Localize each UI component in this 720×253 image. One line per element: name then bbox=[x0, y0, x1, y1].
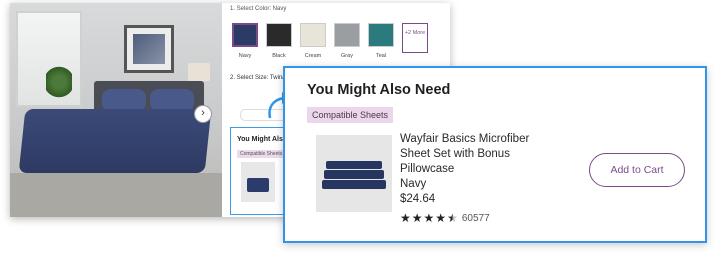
more-swatches-label: +2 More bbox=[402, 23, 428, 53]
star-icon: ★ bbox=[435, 211, 447, 225]
swatch-image bbox=[334, 23, 360, 47]
photo-rug bbox=[10, 173, 222, 217]
product-image[interactable] bbox=[316, 135, 392, 212]
folded-sheet bbox=[326, 161, 382, 169]
folded-sheet bbox=[324, 170, 384, 179]
swatch-cream[interactable]: Cream bbox=[300, 23, 326, 59]
mini-product-image bbox=[241, 162, 275, 202]
star-icon: ★ bbox=[411, 211, 423, 225]
product-rating[interactable]: ★ ★ ★ ★ ★ 60577 bbox=[400, 211, 490, 225]
swatch-black[interactable]: Black bbox=[266, 23, 292, 59]
product-photo bbox=[10, 3, 222, 217]
swatch-navy[interactable]: Navy bbox=[232, 23, 258, 59]
swatch-image bbox=[368, 23, 394, 47]
add-to-cart-button[interactable]: Add to Cart bbox=[589, 153, 685, 187]
recommendation-popup: You Might Also Need Compatible Sheets Wa… bbox=[283, 66, 707, 243]
star-icon: ★ bbox=[423, 211, 435, 225]
photo-pillow bbox=[150, 89, 194, 111]
product-name-link[interactable]: Wayfair Basics Microfiber Sheet Set with… bbox=[400, 132, 560, 177]
compatible-badge: Compatible Sheets bbox=[307, 107, 394, 123]
swatch-image bbox=[232, 23, 258, 47]
swatch-teal[interactable]: Teal bbox=[368, 23, 394, 59]
folded-sheet bbox=[322, 180, 386, 189]
next-image-icon[interactable] bbox=[194, 105, 212, 123]
swatch-label: Navy bbox=[238, 53, 252, 59]
half-star-icon: ★ bbox=[447, 211, 458, 225]
photo-bed bbox=[18, 109, 212, 173]
swatch-image bbox=[266, 23, 292, 47]
popup-title: You Might Also Need bbox=[307, 82, 451, 98]
review-count: 60577 bbox=[461, 212, 490, 224]
mini-badge: Compatible Sheets bbox=[237, 150, 286, 158]
photo-wall-art bbox=[124, 25, 174, 73]
swatch-image bbox=[300, 23, 326, 47]
select-color-label: 1. Select Color: Navy bbox=[230, 6, 287, 12]
swatch-gray[interactable]: Gray bbox=[334, 23, 360, 59]
photo-lamp bbox=[188, 63, 210, 81]
star-icon: ★ bbox=[400, 211, 411, 225]
photo-pillow bbox=[102, 89, 146, 111]
photo-plant bbox=[46, 65, 72, 99]
swatch-label: Cream bbox=[304, 53, 322, 59]
swatch-label: Teal bbox=[375, 53, 387, 59]
product-price: $24.64 bbox=[400, 193, 436, 205]
product-color: Navy bbox=[400, 178, 427, 190]
swatch-label: Gray bbox=[341, 53, 353, 59]
swatch-label: Black bbox=[272, 53, 286, 59]
more-swatches-button[interactable]: +2 More bbox=[402, 23, 428, 53]
